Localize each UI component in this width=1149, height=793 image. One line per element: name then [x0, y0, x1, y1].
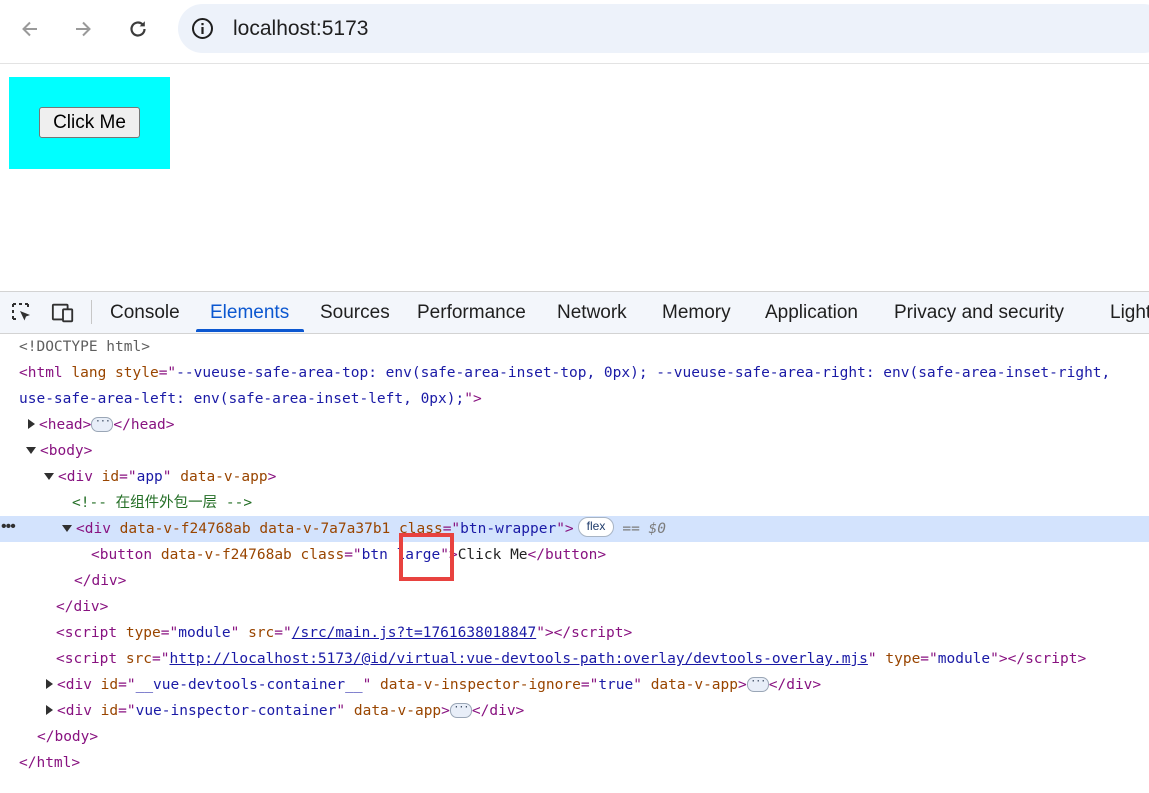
dom-node-html-style-cont: use-safe-area-left: env(safe-area-inset-…: [19, 391, 482, 407]
expand-triangle-icon[interactable]: [28, 419, 35, 429]
dom-node-comment[interactable]: <!-- 在组件外包一层 -->: [0, 490, 1149, 516]
tab-sources[interactable]: Sources: [320, 302, 390, 324]
expand-triangle-icon[interactable]: [46, 705, 53, 715]
device-toggle-icon: [51, 303, 74, 323]
dom-node-html[interactable]: <html lang style="--vueuse-safe-area-top…: [0, 360, 1149, 386]
dom-node-btn-wrapper-selected[interactable]: ••• <div data-v-f24768ab data-v-7a7a37b1…: [0, 516, 1149, 542]
collapse-triangle-icon[interactable]: [62, 524, 72, 532]
tab-performance[interactable]: Performance: [417, 302, 526, 324]
dom-node-body-close[interactable]: </body>: [0, 724, 1149, 750]
tab-application[interactable]: Application: [765, 302, 858, 324]
tab-console[interactable]: Console: [110, 302, 180, 324]
dom-node-button[interactable]: <button data-v-f24768ab class="btn large…: [0, 542, 1149, 568]
dom-node-head[interactable]: <head> ··· </head>: [0, 412, 1149, 438]
tab-network[interactable]: Network: [557, 302, 627, 324]
tab-lighthouse[interactable]: Light: [1110, 302, 1149, 324]
flex-badge[interactable]: flex: [577, 517, 615, 537]
arrow-left-icon: [22, 21, 37, 37]
dom-node-app[interactable]: <div id="app" data-v-app>: [0, 464, 1149, 490]
back-button[interactable]: [12, 11, 48, 47]
tab-memory[interactable]: Memory: [662, 302, 731, 324]
annotation-highlight-box: [399, 533, 454, 581]
dom-node-script-devtools[interactable]: <script src="http://localhost:5173/@id/v…: [0, 646, 1149, 672]
dom-node-app-close[interactable]: </div>: [0, 594, 1149, 620]
dom-node-vue-devtools-container[interactable]: <div id="__vue-devtools-container__" dat…: [0, 672, 1149, 698]
dom-node-doctype[interactable]: <!DOCTYPE html>: [0, 334, 1149, 360]
arrow-right-icon: [76, 21, 91, 37]
reload-button[interactable]: [120, 11, 156, 47]
ellipsis-icon[interactable]: ···: [449, 702, 472, 718]
dom-node-vue-inspector-container[interactable]: <div id="vue-inspector-container" data-v…: [0, 698, 1149, 724]
dom-node-html-close[interactable]: </html>: [0, 750, 1149, 776]
page-viewport: Click Me: [0, 64, 1149, 291]
script-main-link[interactable]: /src/main.js?t=1761638018847: [292, 625, 536, 641]
site-info-button[interactable]: [190, 16, 215, 41]
info-icon: [192, 18, 213, 39]
selected-node-marker: == $0: [622, 521, 666, 537]
elements-tree: <!DOCTYPE html> <html lang style="--vueu…: [0, 334, 1149, 793]
url-text: localhost:5173: [233, 17, 369, 40]
expand-triangle-icon[interactable]: [46, 679, 53, 689]
more-actions-icon[interactable]: •••: [1, 516, 16, 538]
device-toolbar-button[interactable]: [51, 301, 75, 325]
address-bar[interactable]: localhost:5173: [178, 4, 1149, 53]
dom-node-btn-wrapper-close[interactable]: </div>: [0, 568, 1149, 594]
browser-toolbar: localhost:5173: [0, 0, 1149, 64]
btn-wrapper: Click Me: [9, 77, 170, 169]
dom-node-script-main[interactable]: <script type="module" src="/src/main.js?…: [0, 620, 1149, 646]
active-tab-indicator: [196, 329, 304, 332]
ellipsis-icon[interactable]: ···: [746, 676, 769, 692]
inspect-element-button[interactable]: [10, 301, 34, 325]
devtools-tab-bar: Console Elements Sources Performance Net…: [0, 292, 1149, 334]
inspect-element-icon: [12, 303, 30, 321]
ellipsis-icon[interactable]: ···: [91, 416, 114, 432]
devtools-panel: Console Elements Sources Performance Net…: [0, 291, 1149, 793]
collapse-triangle-icon[interactable]: [44, 472, 54, 480]
collapse-triangle-icon[interactable]: [26, 446, 36, 454]
toolbar-divider: [91, 300, 92, 324]
reload-icon: [130, 21, 146, 37]
tab-elements[interactable]: Elements: [210, 302, 289, 324]
tab-privacy-and-security[interactable]: Privacy and security: [894, 302, 1064, 324]
forward-button[interactable]: [65, 11, 101, 47]
script-devtools-link[interactable]: http://localhost:5173/@id/virtual:vue-de…: [170, 651, 868, 667]
click-me-button[interactable]: Click Me: [39, 107, 140, 138]
dom-node-body[interactable]: <body>: [0, 438, 1149, 464]
